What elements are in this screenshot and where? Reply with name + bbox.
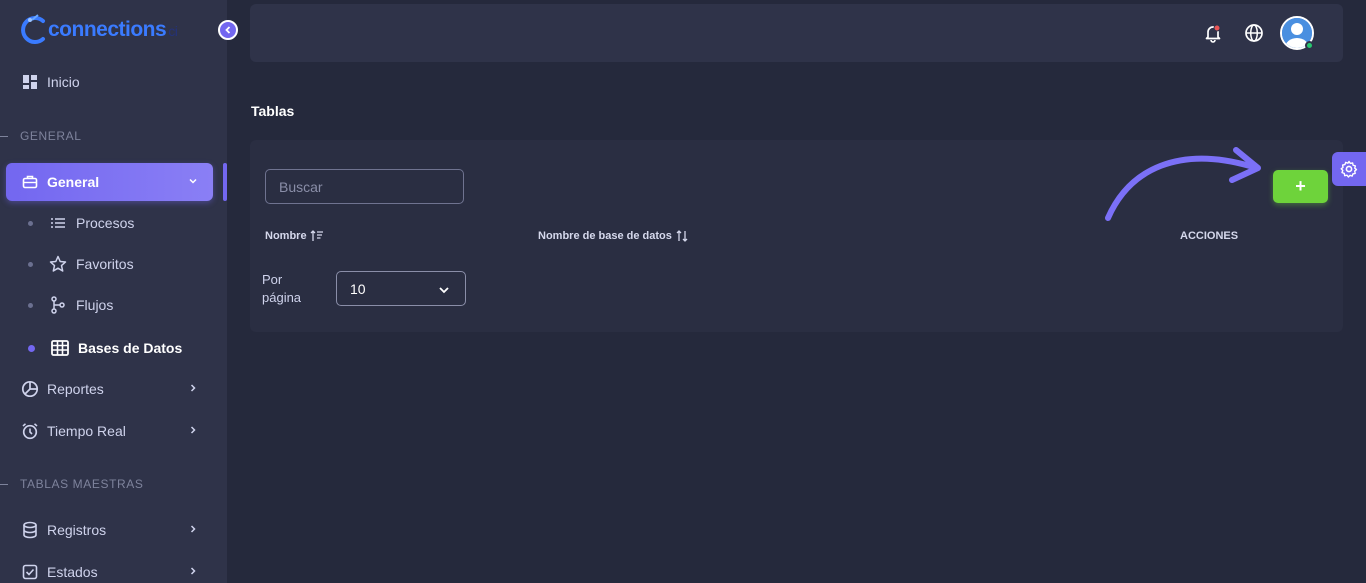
bell-icon <box>1205 24 1221 43</box>
sidebar-subitem-label: Favoritos <box>76 256 134 272</box>
per-page-value: 10 <box>350 280 366 297</box>
column-header-acciones: ACCIONES <box>1180 230 1239 242</box>
sidebar-item-registros[interactable]: Registros <box>6 511 213 549</box>
briefcase-icon <box>21 173 39 191</box>
logo-icon <box>18 13 52 47</box>
chevron-right-icon <box>190 567 196 575</box>
brand-name: connections ci <box>48 18 178 41</box>
checkbox-icon <box>21 563 39 581</box>
sidebar-subitem-flujos[interactable]: Flujos <box>28 293 113 317</box>
sidebar-item-reportes[interactable]: Reportes <box>6 370 213 408</box>
pie-chart-icon <box>21 380 39 398</box>
section-label-general: GENERAL <box>0 129 82 143</box>
column-header-nombre[interactable]: Nombre <box>265 230 324 242</box>
per-page-label: Por página <box>262 272 302 305</box>
sidebar-item-tiempo-real[interactable]: Tiempo Real <box>6 412 213 450</box>
sidebar-item-inicio[interactable]: Inicio <box>6 63 213 101</box>
sidebar-item-label: Reportes <box>47 381 104 397</box>
top-navbar <box>250 4 1343 62</box>
notifications-button[interactable] <box>1202 22 1224 44</box>
alarm-clock-icon <box>21 422 39 440</box>
database-icon <box>21 521 39 539</box>
chevron-left-icon <box>225 26 231 34</box>
dashboard-icon <box>21 73 39 91</box>
online-status-dot <box>1305 41 1314 50</box>
sidebar: connections ci Inicio GENERAL General Pro… <box>0 0 238 583</box>
table-grid-icon <box>51 339 69 357</box>
active-indicator <box>223 163 227 201</box>
list-icon <box>49 214 67 232</box>
column-header-base-de-datos[interactable]: Nombre de base de datos <box>538 230 689 242</box>
page-title: Tablas <box>251 103 295 119</box>
flow-icon <box>49 296 67 314</box>
gear-icon <box>1340 160 1358 178</box>
sidebar-item-label: Tiempo Real <box>47 423 126 439</box>
sidebar-item-label: General <box>47 174 100 190</box>
sidebar-item-label: Estados <box>47 564 98 580</box>
language-button[interactable] <box>1243 22 1265 44</box>
sidebar-item-general[interactable]: General <box>6 163 213 201</box>
sidebar-subitem-procesos[interactable]: Procesos <box>28 211 134 235</box>
collapse-sidebar-button[interactable] <box>218 20 238 40</box>
sort-ascending-icon <box>310 230 323 241</box>
globe-icon <box>1245 24 1263 42</box>
brand-logo[interactable]: connections ci <box>18 12 178 48</box>
sidebar-subitem-label: Procesos <box>76 215 135 231</box>
star-icon <box>49 255 67 273</box>
sidebar-subitem-bases-de-datos[interactable]: Bases de Datos <box>28 336 182 360</box>
sort-icon <box>676 230 688 242</box>
sidebar-item-label: Registros <box>47 522 107 538</box>
add-table-button[interactable]: + <box>1273 170 1328 203</box>
sidebar-subitem-label: Bases de Datos <box>78 340 183 356</box>
sidebar-subitem-favoritos[interactable]: Favoritos <box>28 252 134 276</box>
chevron-down-icon <box>439 287 449 294</box>
pointer-arrow-icon <box>1105 147 1261 221</box>
per-page-select[interactable]: 10 <box>336 271 466 306</box>
customizer-button[interactable] <box>1332 152 1366 186</box>
sidebar-item-label: Inicio <box>47 74 80 90</box>
chevron-right-icon <box>190 384 196 392</box>
chevron-right-icon <box>190 525 196 533</box>
sidebar-item-estados[interactable]: Estados <box>6 553 213 583</box>
sidebar-subitem-label: Flujos <box>76 297 114 313</box>
section-label-tablas-maestras: TABLAS MAESTRAS <box>0 477 143 491</box>
plus-icon: + <box>1295 176 1306 196</box>
search-input[interactable] <box>265 169 464 204</box>
chevron-down-icon <box>189 178 197 184</box>
chevron-right-icon <box>190 426 196 434</box>
